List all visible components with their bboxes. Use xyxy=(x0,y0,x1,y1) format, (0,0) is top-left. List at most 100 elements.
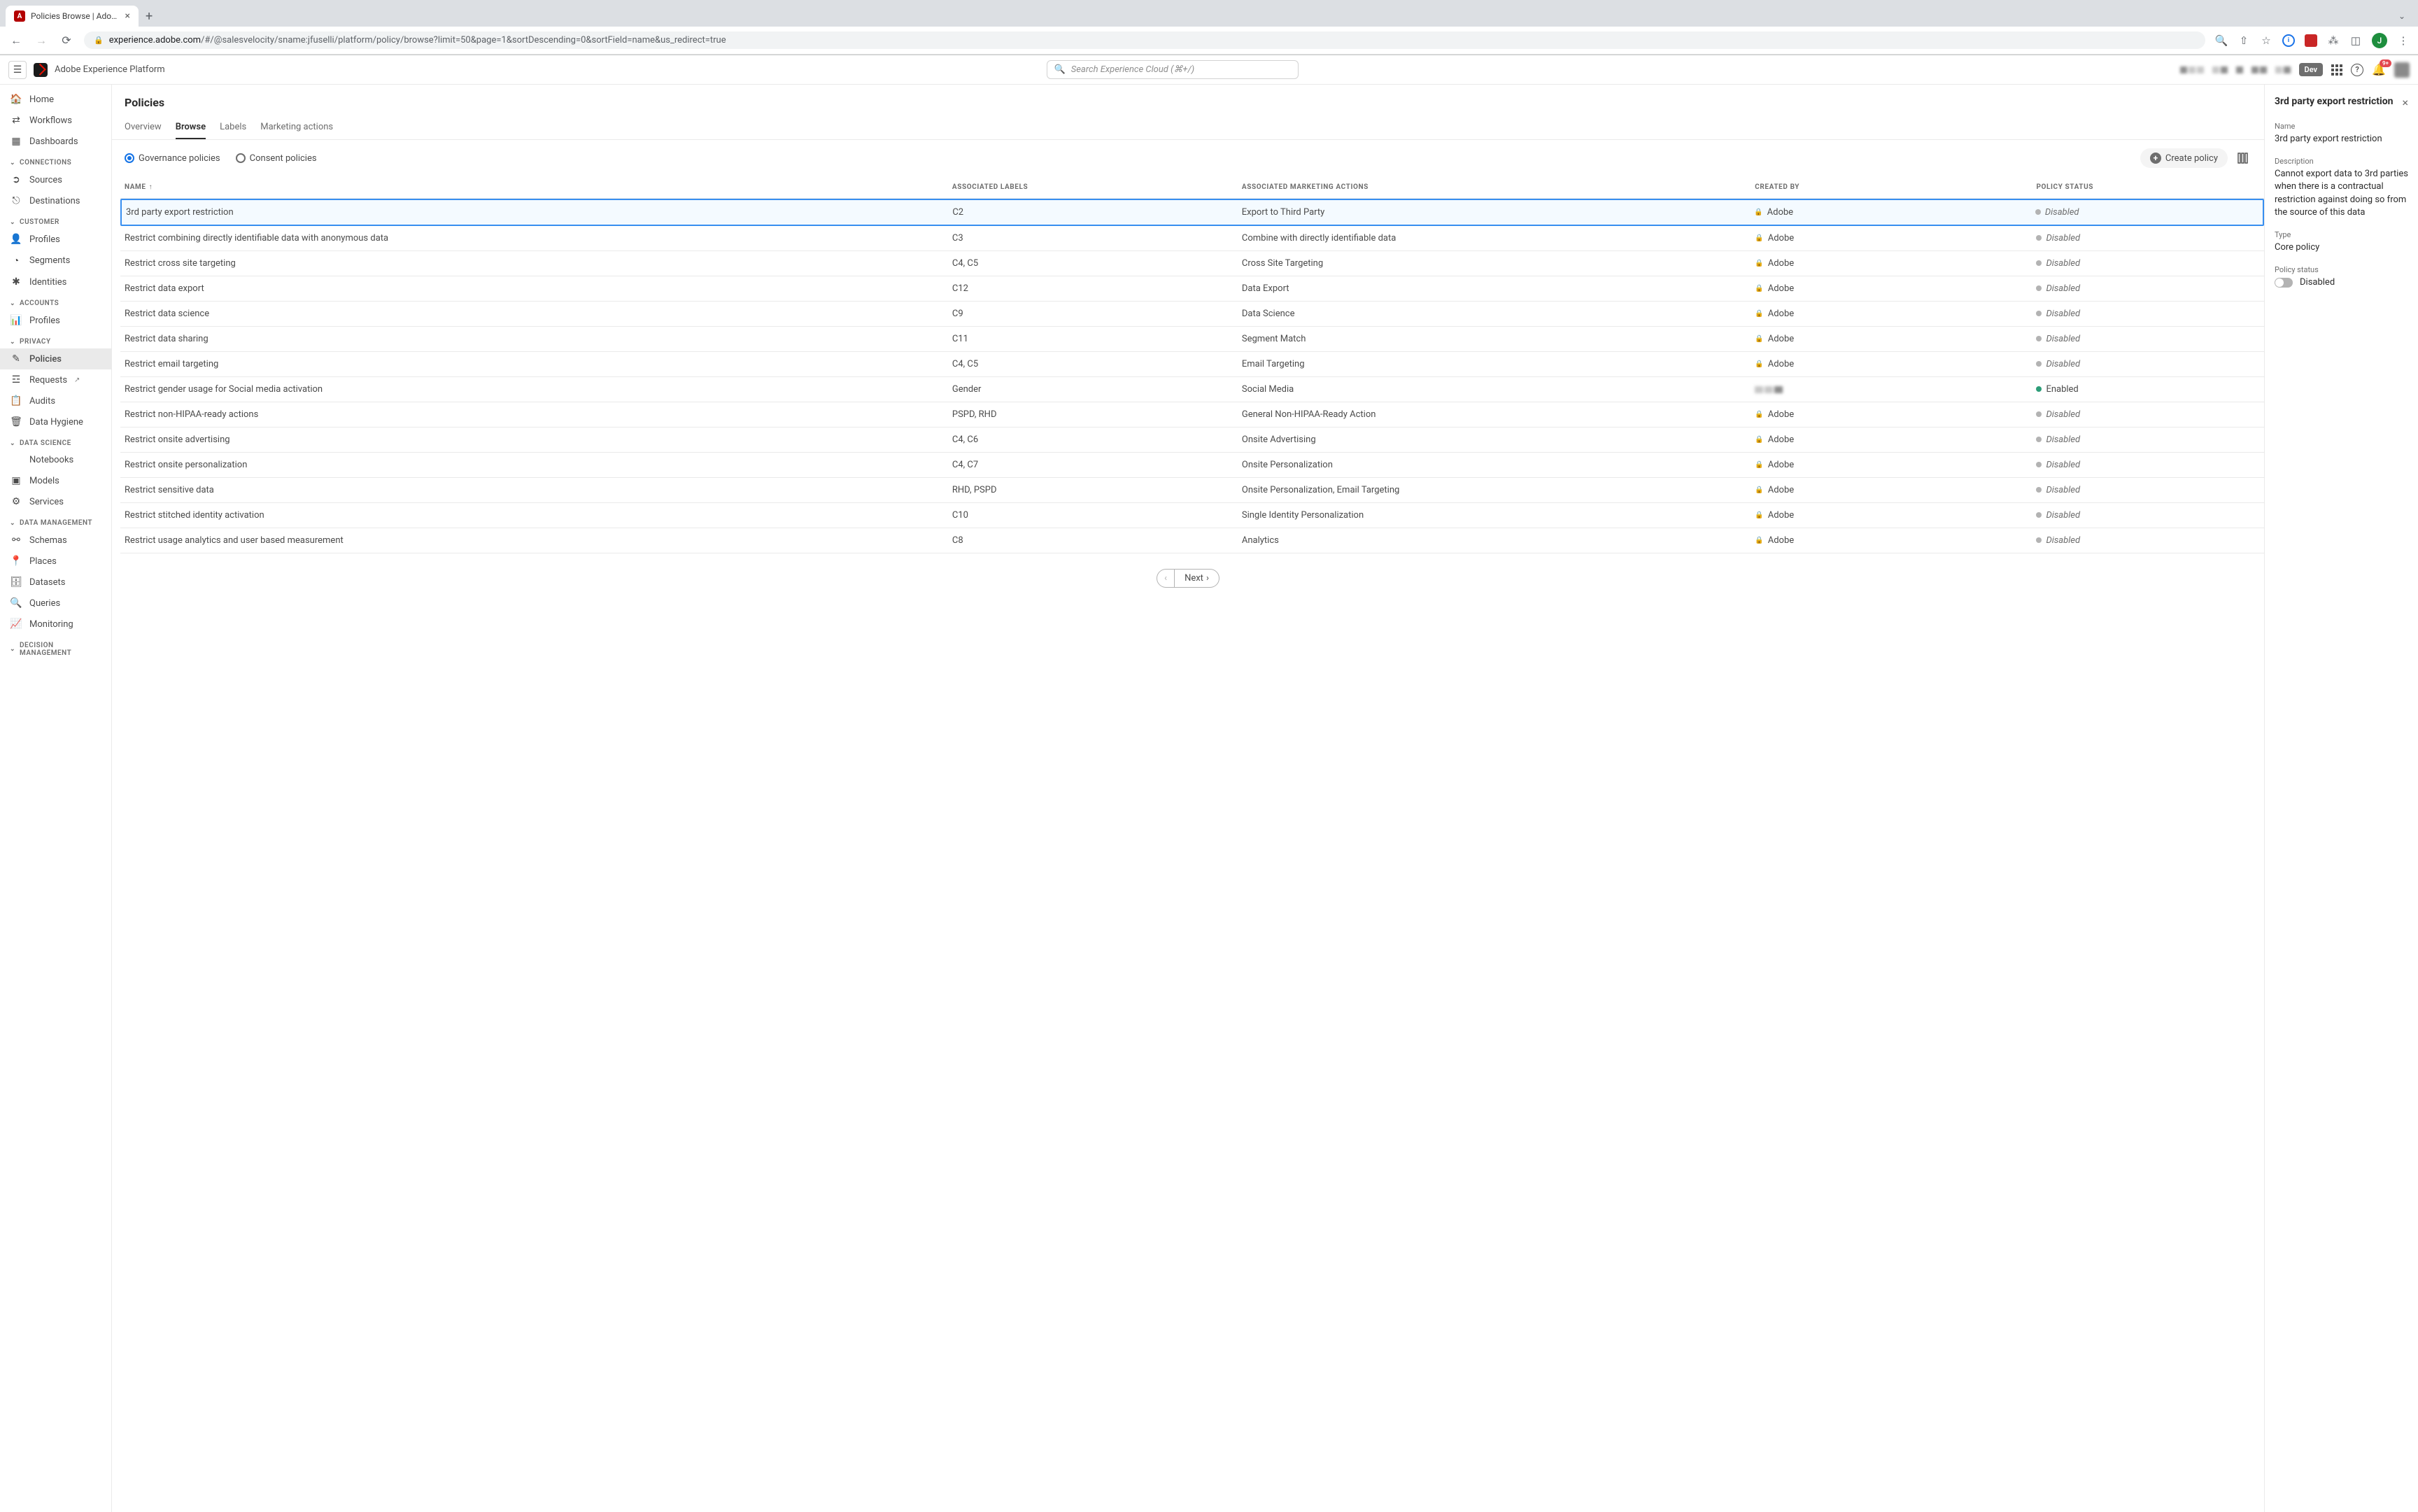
creator-blurred xyxy=(1755,386,2036,393)
table-row[interactable]: Restrict cross site targeting C4, C5 Cro… xyxy=(120,251,2264,276)
pager-prev[interactable]: ‹ xyxy=(1157,570,1175,587)
policy-status-value: Disabled xyxy=(2300,276,2335,289)
sidebar-item-requests[interactable]: ☲Requests↗ xyxy=(0,369,111,390)
col-labels[interactable]: ASSOCIATED LABELS xyxy=(952,183,1242,191)
sidebar-item-notebooks[interactable]: Notebooks xyxy=(0,450,111,470)
kebab-menu-icon[interactable]: ⋮ xyxy=(2397,34,2410,47)
lock-icon: 🔒 xyxy=(1755,285,1763,292)
lock-icon: 🔒 xyxy=(1755,234,1763,242)
table-row[interactable]: Restrict onsite advertising C4, C6 Onsit… xyxy=(120,428,2264,453)
lock-icon: 🔒 xyxy=(1754,209,1762,216)
col-actions[interactable]: ASSOCIATED MARKETING ACTIONS xyxy=(1242,183,1755,191)
tab-overview[interactable]: Overview xyxy=(125,116,162,139)
policy-status-toggle[interactable] xyxy=(2275,278,2293,288)
sidebar-group-data-management[interactable]: ⌄DATA MANAGEMENT xyxy=(0,512,111,530)
sidebar-group-connections[interactable]: ⌄CONNECTIONS xyxy=(0,152,111,169)
sidebar-item-profiles[interactable]: 📊Profiles xyxy=(0,310,111,331)
context2-blurred[interactable] xyxy=(2251,66,2267,73)
tab-title: Policies Browse | Adobe Experi xyxy=(31,11,120,21)
col-creator[interactable]: CREATED BY xyxy=(1755,183,2036,191)
hygiene-icon: 🗑 xyxy=(10,416,22,428)
context3-blurred[interactable] xyxy=(2275,66,2291,73)
close-tab-icon[interactable]: × xyxy=(125,10,130,22)
create-policy-button[interactable]: + Create policy xyxy=(2140,148,2228,168)
sidebar-item-identities[interactable]: ✱Identities xyxy=(0,271,111,292)
sidebar-item-audits[interactable]: 📋Audits xyxy=(0,390,111,411)
table-row[interactable]: Restrict combining directly identifiable… xyxy=(120,226,2264,251)
table-row[interactable]: Restrict gender usage for Social media a… xyxy=(120,377,2264,402)
sidebar-group-customer[interactable]: ⌄CUSTOMER xyxy=(0,211,111,229)
table-row[interactable]: Restrict sensitive data RHD, PSPD Onsite… xyxy=(120,478,2264,503)
sidebar-item-profiles[interactable]: 👤Profiles xyxy=(0,229,111,250)
sidebar-item-segments[interactable]: ◔Segments xyxy=(0,250,111,271)
sidebar-item-places[interactable]: 📍Places xyxy=(0,551,111,572)
sandbox-blurred[interactable] xyxy=(2212,66,2228,73)
help-icon[interactable]: ? xyxy=(2351,64,2363,76)
sidebar-group-accounts[interactable]: ⌄ACCOUNTS xyxy=(0,292,111,310)
dev-badge: Dev xyxy=(2299,63,2324,76)
close-panel-icon[interactable]: × xyxy=(2402,96,2408,109)
back-button[interactable]: ← xyxy=(8,34,24,48)
dest-icon: ⎋ xyxy=(10,195,22,206)
page-tabs: Overview Browse Labels Marketing actions xyxy=(112,116,2264,140)
tablist-chevron-icon[interactable]: ⌄ xyxy=(2398,11,2405,21)
extension-adobe-icon[interactable] xyxy=(2305,34,2317,47)
sidebar-item-policies[interactable]: ✎Policies xyxy=(0,348,111,369)
app-switcher-icon[interactable] xyxy=(2331,64,2342,76)
sidebar-item-schemas[interactable]: ⚯Schemas xyxy=(0,530,111,551)
browser-tab[interactable]: A Policies Browse | Adobe Experi × xyxy=(6,6,139,27)
bookmark-icon[interactable]: ☆ xyxy=(2260,34,2272,47)
share-icon[interactable]: ⇧ xyxy=(2237,34,2250,47)
global-search-input[interactable]: 🔍 Search Experience Cloud (⌘+/) xyxy=(1047,60,1299,79)
sidebar-item-monitoring[interactable]: 📈Monitoring xyxy=(0,614,111,635)
pager-next[interactable]: Next › xyxy=(1175,570,1219,587)
sidebar-item-queries[interactable]: 🔍Queries xyxy=(0,593,111,614)
context-blurred[interactable] xyxy=(2236,66,2243,73)
table-row[interactable]: Restrict data export C12 Data Export 🔒Ad… xyxy=(120,276,2264,302)
tab-browse[interactable]: Browse xyxy=(176,116,206,139)
forward-button[interactable]: → xyxy=(34,34,49,48)
radio-consent-policies[interactable]: Consent policies xyxy=(236,153,317,164)
notifications-icon[interactable]: 🔔9+ xyxy=(2372,63,2386,76)
column-settings-icon[interactable] xyxy=(2235,150,2251,167)
sidebar-item-data-hygiene[interactable]: 🗑Data Hygiene xyxy=(0,411,111,432)
profile-avatar-blurred[interactable] xyxy=(2394,62,2410,78)
org-switcher-blurred[interactable] xyxy=(2180,66,2204,73)
panel-icon[interactable]: ◫ xyxy=(2349,34,2362,47)
sidebar-item-services[interactable]: ⚙Services xyxy=(0,491,111,512)
tab-marketing-actions[interactable]: Marketing actions xyxy=(260,116,333,139)
table-row[interactable]: Restrict data sharing C11 Segment Match … xyxy=(120,327,2264,352)
table-row[interactable]: Restrict email targeting C4, C5 Email Ta… xyxy=(120,352,2264,377)
sidebar-item-workflows[interactable]: ⇄Workflows xyxy=(0,110,111,131)
table-row[interactable]: Restrict non-HIPAA-ready actions PSPD, R… xyxy=(120,402,2264,428)
address-bar[interactable]: 🔒 experience.adobe.com/#/@salesvelocity/… xyxy=(84,31,2205,49)
col-name[interactable]: NAME↑ xyxy=(125,183,952,191)
sidebar-item-models[interactable]: ▣Models xyxy=(0,470,111,491)
extension-1password-icon[interactable]: i xyxy=(2282,34,2295,47)
sidebar-item-dashboards[interactable]: ▦Dashboards xyxy=(0,131,111,152)
status-dot-icon xyxy=(2036,437,2042,442)
sidebar-item-sources[interactable]: ➲Sources xyxy=(0,169,111,190)
row-actions: Onsite Personalization xyxy=(1242,460,1755,470)
table-row[interactable]: Restrict data science C9 Data Science 🔒A… xyxy=(120,302,2264,327)
table-row[interactable]: Restrict stitched identity activation C1… xyxy=(120,503,2264,528)
sidebar-group-data-science[interactable]: ⌄DATA SCIENCE xyxy=(0,432,111,450)
table-row[interactable]: Restrict usage analytics and user based … xyxy=(120,528,2264,553)
sidebar-group-decision-management[interactable]: ⌄DECISION MANAGEMENT xyxy=(0,635,111,660)
new-tab-button[interactable]: + xyxy=(139,6,160,27)
tab-labels[interactable]: Labels xyxy=(220,116,246,139)
radio-governance-policies[interactable]: Governance policies xyxy=(125,153,220,164)
col-status[interactable]: POLICY STATUS xyxy=(2036,183,2251,191)
table-row[interactable]: 3rd party export restriction C2 Export t… xyxy=(120,199,2264,226)
search-icon[interactable]: 🔍 xyxy=(2215,34,2228,47)
chrome-profile-avatar[interactable]: J xyxy=(2372,33,2387,48)
extensions-icon[interactable]: ⁂ xyxy=(2327,34,2340,47)
sidebar-item-datasets[interactable]: 🗄Datasets xyxy=(0,572,111,593)
reload-button[interactable]: ⟳ xyxy=(59,34,74,47)
hamburger-menu[interactable]: ☰ xyxy=(8,61,27,79)
sidebar-item-destinations[interactable]: ⎋Destinations xyxy=(0,190,111,211)
creator-cell: 🔒Adobe xyxy=(1755,233,2036,243)
sidebar-item-home[interactable]: 🏠Home xyxy=(0,89,111,110)
sidebar-group-privacy[interactable]: ⌄PRIVACY xyxy=(0,331,111,348)
table-row[interactable]: Restrict onsite personalization C4, C7 O… xyxy=(120,453,2264,478)
